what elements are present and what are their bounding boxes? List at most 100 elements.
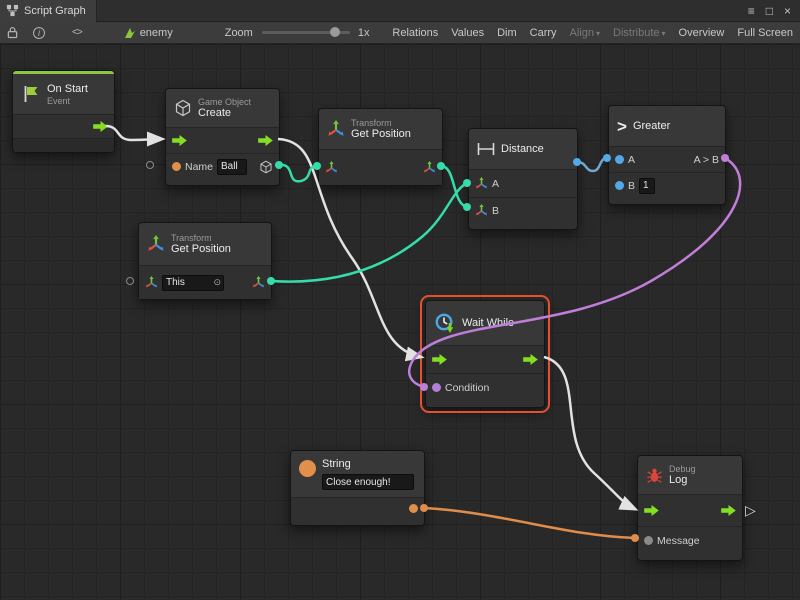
node-footer [609, 198, 725, 204]
flow-input-port[interactable] [432, 354, 447, 365]
number-input-port[interactable] [615, 181, 624, 190]
zoom-label: Zoom [225, 27, 253, 39]
distribute-label: Distribute [613, 27, 659, 39]
node-header: Transform Get Position [319, 109, 442, 149]
lock-icon [7, 26, 18, 39]
align-button: Align▾ [570, 27, 600, 39]
node-titles: Debug Log [669, 464, 696, 487]
wire-getposition-distance-b [441, 166, 467, 207]
flow-row [426, 345, 544, 373]
string-value-field[interactable] [322, 474, 414, 490]
node-title: Get Position [351, 128, 411, 141]
wait-clock-icon [434, 312, 456, 334]
row-b: B [609, 172, 725, 198]
number-input-port[interactable] [615, 155, 624, 164]
node-title: String [322, 458, 414, 471]
fullscreen-button[interactable]: Full Screen [737, 27, 793, 39]
chevron-down-icon: ▾ [596, 29, 600, 38]
name-row: Name [166, 153, 279, 179]
node-category: Debug [669, 464, 696, 474]
node-on-start[interactable]: On Start Event [12, 70, 115, 153]
node-distance[interactable]: Distance A B [468, 128, 578, 230]
values-button[interactable]: Values [451, 27, 484, 39]
chevron-down-icon: ▾ [662, 29, 666, 38]
string-output-port[interactable] [409, 504, 418, 513]
game-object-output-port[interactable] [259, 160, 273, 174]
node-greater[interactable]: > Greater A A > B B [608, 105, 726, 205]
flow-output-row [13, 114, 114, 138]
string-input-port[interactable] [172, 162, 181, 171]
node-title: Create [198, 107, 251, 120]
zoom-slider-knob[interactable] [330, 27, 340, 37]
dim-button[interactable]: Dim [497, 27, 517, 39]
graph-canvas[interactable]: On Start Event Game Object Create [0, 44, 800, 600]
flow-input-port[interactable] [644, 505, 659, 516]
zoom-slider[interactable] [262, 31, 350, 34]
titlebar: Script Graph ≡ □ × [0, 0, 800, 22]
target-value: This [166, 277, 185, 288]
transform-input-port[interactable] [325, 161, 338, 174]
b-value-field[interactable] [639, 178, 655, 194]
target-object-field[interactable]: This ⊙ [162, 275, 224, 291]
node-title: Get Position [171, 243, 231, 256]
row-a: A A > B [609, 146, 725, 172]
wire-getposition-distance-a [271, 183, 467, 282]
node-title: Greater [633, 120, 670, 133]
bool-input-port[interactable] [432, 383, 441, 392]
object-picker-icon[interactable]: ⊙ [213, 277, 221, 288]
info-icon[interactable]: i [33, 27, 45, 39]
node-header: String [291, 451, 424, 497]
tab-script-graph[interactable]: Script Graph [0, 0, 97, 22]
relations-button[interactable]: Relations [392, 27, 438, 39]
overview-button[interactable]: Overview [679, 27, 725, 39]
vector3-output-port[interactable] [252, 276, 265, 289]
vector3-input-port[interactable] [475, 204, 488, 217]
node-header: Wait While [426, 301, 544, 345]
unconnected-port-indicator[interactable] [146, 161, 154, 169]
message-label: Message [657, 535, 700, 547]
node-header: Distance [469, 129, 577, 169]
node-titles: On Start Event [47, 83, 88, 106]
node-create[interactable]: Game Object Create Name [165, 88, 280, 186]
node-get-position-a[interactable]: Transform Get Position [318, 108, 443, 186]
flow-output-port[interactable] [258, 135, 273, 146]
unconnected-port-indicator[interactable] [126, 277, 134, 285]
vector3-output-port[interactable] [423, 161, 436, 174]
node-footer [291, 519, 424, 525]
window-menu-icon[interactable]: ≡ [748, 4, 755, 18]
node-title: On Start [47, 83, 88, 96]
node-category: Transform [171, 233, 231, 243]
node-wait-while[interactable]: Wait While Condition [425, 300, 545, 408]
node-titles: String [322, 458, 414, 490]
node-header: > Greater [609, 106, 725, 146]
wire-string-message [424, 508, 635, 538]
message-row: Message [638, 526, 742, 554]
flow-output-port[interactable] [523, 354, 538, 365]
lock-button[interactable] [7, 26, 18, 39]
condition-label: Condition [445, 382, 489, 394]
input-a-label: A [628, 154, 635, 166]
input-b-row: B [469, 197, 577, 223]
code-icon[interactable]: <> [72, 27, 82, 38]
name-field[interactable] [217, 159, 247, 175]
zoom-value: 1x [358, 27, 370, 39]
flow-input-port[interactable] [172, 135, 187, 146]
flow-output-port[interactable] [93, 121, 108, 132]
node-titles: Game Object Create [198, 97, 251, 120]
vector3-input-port[interactable] [475, 177, 488, 190]
graph-toolbar: i <> enemy Zoom 1x Relations Values Dim … [0, 22, 800, 44]
node-string[interactable]: String [290, 450, 425, 526]
node-get-position-b[interactable]: Transform Get Position This ⊙ [138, 222, 272, 300]
message-input-port[interactable] [644, 536, 653, 545]
flow-output-port[interactable] [721, 505, 736, 516]
tab-title: Script Graph [24, 5, 86, 17]
distribute-button: Distribute▾ [613, 27, 665, 39]
carry-button[interactable]: Carry [530, 27, 557, 39]
node-titles: Transform Get Position [351, 118, 411, 141]
maximize-icon[interactable]: □ [766, 4, 773, 18]
input-a-label: A [492, 178, 499, 190]
transform-input-port[interactable] [145, 276, 158, 289]
close-icon[interactable]: × [784, 4, 791, 18]
graph-breadcrumb[interactable]: enemy [124, 27, 173, 39]
node-log[interactable]: Debug Log Message [637, 455, 743, 561]
